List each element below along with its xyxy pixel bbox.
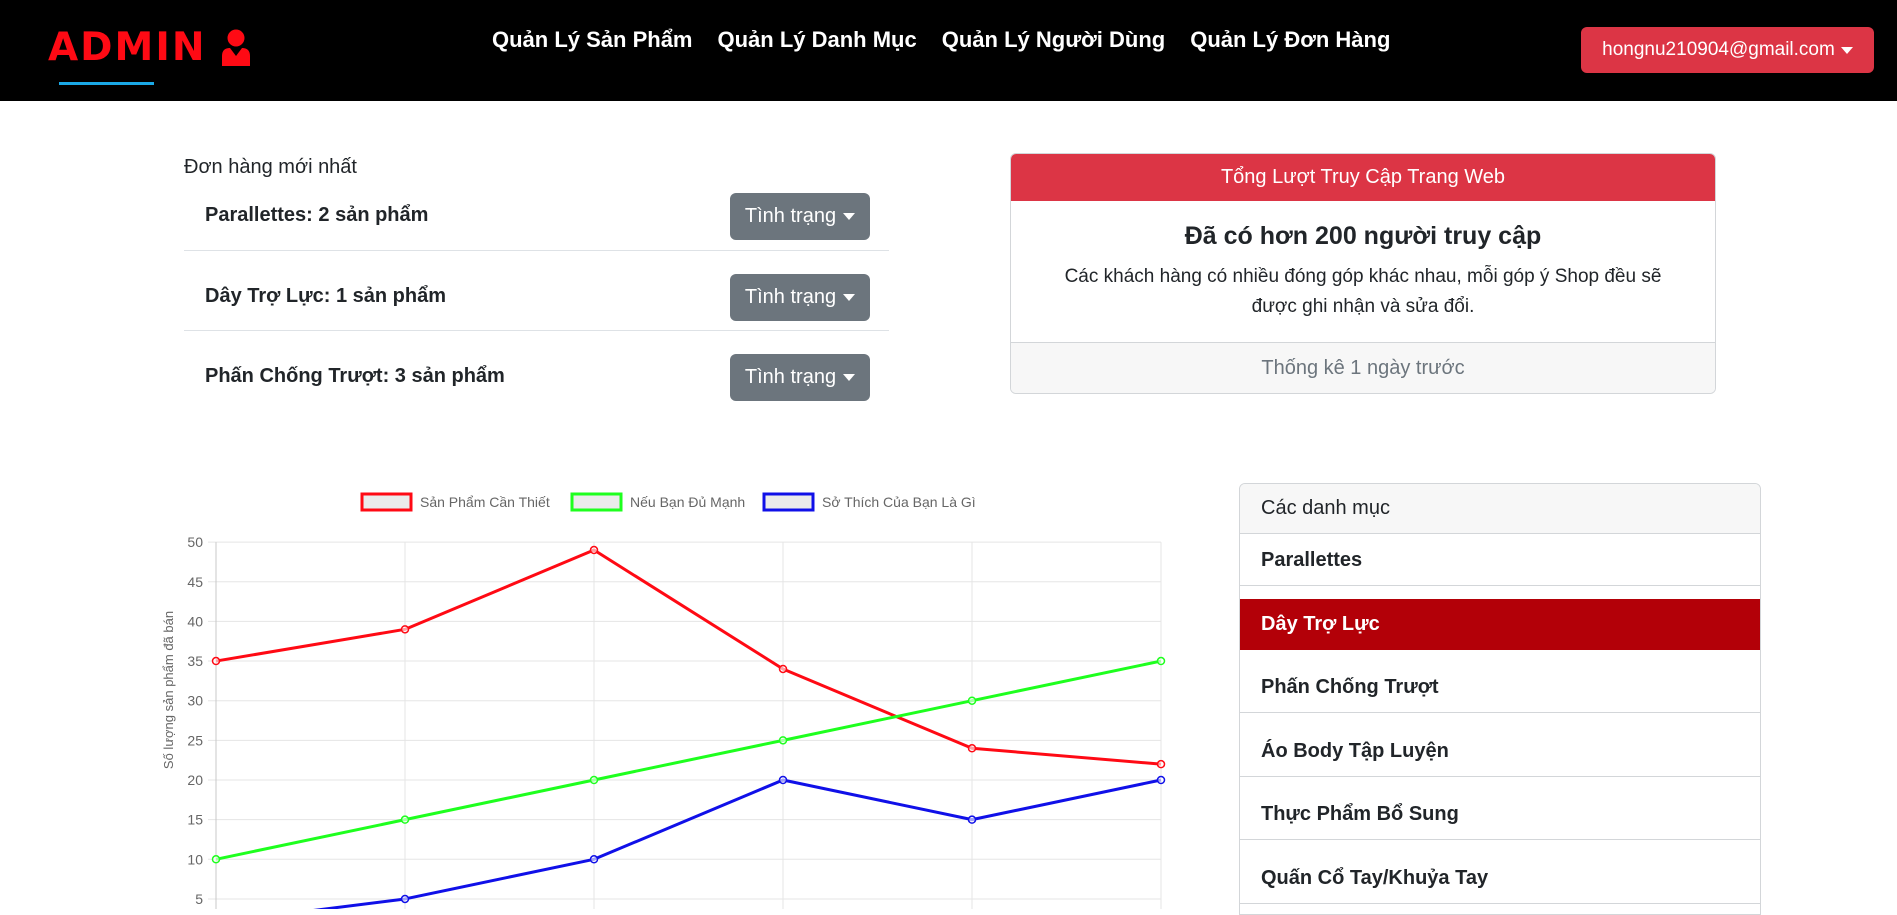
order-row: Dây Trợ Lực: 1 sản phẩm Tình trạng [184, 250, 889, 331]
visits-card-footer: Thống kê 1 ngày trước [1011, 342, 1715, 393]
top-navbar: ADMIN Quản Lý Sản Phẩm Quản Lý Danh Mục … [0, 0, 1897, 101]
y-tick-label: 45 [187, 574, 203, 590]
y-axis-title: Số lượng sản phẩm đã bán [161, 611, 176, 769]
legend-label: Nếu Bạn Đủ Mạnh [630, 494, 745, 510]
chevron-down-icon [1840, 46, 1853, 54]
category-item[interactable]: Parallettes [1240, 535, 1760, 586]
status-label: Tình trạng [744, 286, 837, 308]
y-tick-label: 10 [187, 851, 203, 867]
user-menu-button[interactable]: hongnu210904@gmail.com [1581, 27, 1874, 73]
status-dropdown-button[interactable]: Tình trạng [730, 193, 870, 240]
nav-menu: Quản Lý Sản Phẩm Quản Lý Danh Mục Quản L… [492, 26, 1415, 54]
visits-card-header: Tổng Lượt Truy Cập Trang Web [1011, 154, 1715, 201]
category-item[interactable]: Phấn Chống Trượt [1240, 662, 1760, 713]
chevron-down-icon [843, 213, 856, 220]
y-tick-label: 20 [187, 772, 203, 788]
status-label: Tình trạng [744, 205, 837, 227]
y-tick-label: 40 [187, 613, 203, 629]
data-point [967, 744, 977, 753]
legend-swatch [360, 492, 413, 512]
order-row: Parallettes: 2 sản phẩm Tình trạng [184, 170, 889, 251]
data-point [1156, 759, 1166, 769]
category-item[interactable]: Dây Trợ Lực [1240, 599, 1760, 650]
nav-link-users[interactable]: Quản Lý Người Dùng [942, 26, 1165, 54]
data-point [1156, 656, 1166, 666]
category-item[interactable]: Áo Body Tập Luyện [1240, 726, 1760, 777]
y-tick-label: 15 [187, 812, 203, 828]
user-email: hongnu210904@gmail.com [1602, 39, 1835, 60]
active-indicator [59, 82, 154, 85]
data-point [778, 775, 788, 785]
data-point [589, 775, 599, 785]
status-label: Tình trạng [744, 366, 837, 388]
order-row: Phấn Chống Trượt: 3 sản phẩm Tình trạng [184, 330, 889, 410]
sales-line-chart: 5 10 15 20 25 30 35 40 45 50 Số lượng sản phẩm đã … [161, 492, 1166, 909]
chevron-down-icon [843, 294, 856, 301]
status-dropdown-button[interactable]: Tình trạng [730, 274, 870, 321]
series-line [313, 778, 1162, 909]
order-name: Parallettes: 2 sản phẩm [205, 204, 429, 226]
data-point [967, 696, 977, 705]
y-tick-label: 35 [187, 653, 203, 669]
data-point [211, 656, 221, 666]
legend-swatch [762, 492, 815, 512]
legend-label: Sở Thích Của Bạn Là Gì [822, 494, 976, 510]
order-name: Dây Trợ Lực: 1 sản phẩm [205, 285, 446, 307]
data-point [400, 894, 410, 904]
y-tick-label: 5 [195, 891, 203, 907]
data-point [400, 815, 410, 824]
data-point [1156, 775, 1166, 785]
brand-text: ADMIN [48, 25, 207, 70]
data-point [589, 855, 599, 864]
chevron-down-icon [843, 374, 856, 381]
legend-swatch [570, 492, 623, 512]
y-tick-label: 25 [187, 732, 203, 748]
visits-text: Các khách hàng có nhiều đóng góp khác nh… [1064, 266, 1662, 317]
order-name: Phấn Chống Trượt: 3 sản phẩm [205, 365, 505, 387]
legend-label: Sản Phẩm Cần Thiết [420, 494, 550, 510]
visits-card: Tổng Lượt Truy Cập Trang Web Đã có hơn 2… [1010, 153, 1716, 394]
category-item[interactable]: Quấn Cổ Tay/Khuỷa Tay [1240, 853, 1760, 904]
y-tick-label: 30 [187, 693, 203, 709]
series-line [215, 659, 1162, 861]
data-point [589, 545, 599, 555]
data-point [778, 736, 788, 745]
data-point [967, 815, 977, 824]
nav-link-products[interactable]: Quản Lý Sản Phẩm [492, 26, 693, 54]
category-item[interactable]: Thực Phẩm Bổ Sung [1240, 789, 1760, 840]
y-tick-label: 50 [187, 534, 203, 550]
user-icon [221, 29, 250, 66]
status-dropdown-button[interactable]: Tình trạng [730, 354, 870, 401]
brand-logo[interactable]: ADMIN [48, 26, 251, 70]
nav-link-categories[interactable]: Quản Lý Danh Mục [718, 26, 917, 54]
categories-header: Các danh mục [1240, 484, 1760, 534]
data-point [400, 625, 410, 634]
data-point [211, 855, 221, 864]
nav-link-orders[interactable]: Quản Lý Đơn Hàng [1190, 26, 1390, 54]
categories-panel: Các danh mục Parallettes Dây Trợ Lực Phấn … [1239, 483, 1761, 915]
data-point [778, 664, 788, 674]
visits-title: Đã có hơn 200 người truy cập [1184, 222, 1542, 250]
